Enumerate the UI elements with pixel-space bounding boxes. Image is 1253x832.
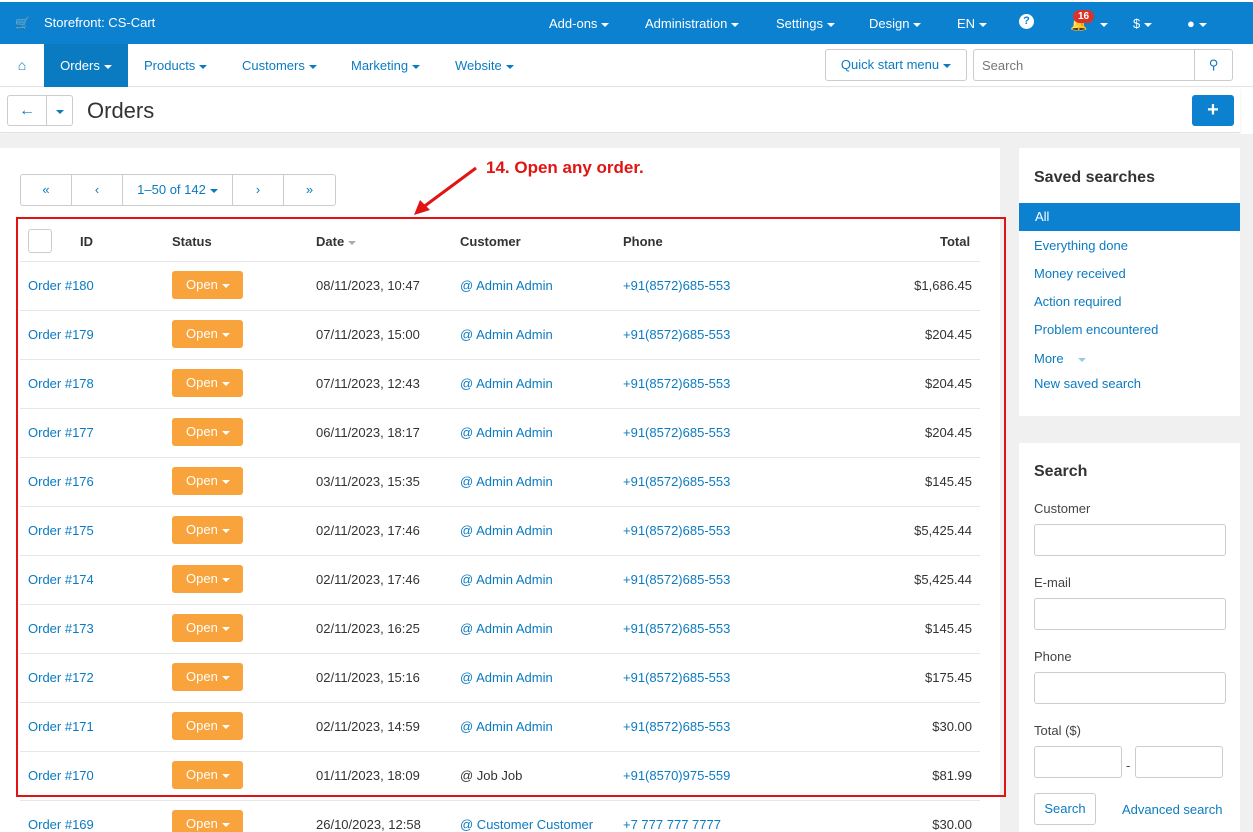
nav-marketing[interactable]: Marketing: [351, 44, 421, 87]
phone-label: Phone: [1034, 649, 1072, 664]
saved-searches-title: Saved searches: [1034, 169, 1155, 186]
email-field[interactable]: [1034, 598, 1226, 630]
help-icon[interactable]: ?: [1019, 14, 1034, 29]
nav-orders-label: Orders: [60, 58, 100, 73]
quick-start-label: Quick start menu: [840, 57, 940, 72]
phone-link[interactable]: +7 777 777 7777: [623, 817, 721, 832]
chevron-down-icon: [1077, 357, 1086, 362]
page-title: Orders: [87, 98, 155, 123]
chevron-down-icon: [103, 64, 112, 69]
back-arrow-icon[interactable]: ←: [7, 95, 47, 126]
annotation-arrow: [414, 166, 477, 215]
nav-website[interactable]: Website: [455, 44, 514, 87]
highlight-box: [16, 217, 1006, 797]
chevron-down-icon: [826, 22, 835, 27]
menu-administration[interactable]: Administration: [645, 16, 740, 31]
chevron-down-icon: [979, 22, 988, 27]
add-order-button[interactable]: +: [1192, 95, 1234, 126]
saved-search-more[interactable]: More: [1034, 351, 1086, 366]
total-label: Total ($): [1034, 723, 1081, 738]
search-panel-title: Search: [1034, 463, 1088, 480]
menu-design[interactable]: Design: [869, 16, 922, 31]
menu-language[interactable]: EN: [957, 16, 988, 31]
pager-last[interactable]: »: [284, 175, 335, 205]
total-from-field[interactable]: [1034, 746, 1122, 778]
chevron-down-icon: [1144, 22, 1153, 27]
pager-prev[interactable]: ‹: [72, 175, 123, 205]
customer-label: Customer: [1034, 501, 1091, 516]
menu-currency[interactable]: $: [1133, 16, 1153, 31]
notification-caret[interactable]: [1096, 16, 1108, 31]
annotation-text: 14. Open any order.: [486, 158, 644, 177]
page-header: [0, 88, 1240, 133]
status-dropdown[interactable]: Open: [172, 810, 243, 832]
menu-addons[interactable]: Add-ons: [549, 16, 610, 31]
chevron-down-icon: [601, 22, 610, 27]
status-label: Open: [186, 816, 218, 831]
advanced-search-link[interactable]: Advanced search: [1122, 802, 1222, 817]
total-range-separator: -: [1126, 758, 1131, 773]
saved-search-more-label: More: [1034, 351, 1064, 366]
chevron-down-icon: [209, 188, 218, 193]
email-label: E-mail: [1034, 575, 1071, 590]
nav-products-label: Products: [144, 58, 196, 73]
chevron-down-icon: [943, 63, 952, 68]
order-id-link[interactable]: Order #169: [28, 817, 94, 832]
customer-link[interactable]: @ Customer Customer: [460, 817, 593, 832]
saved-search-all[interactable]: All: [1019, 203, 1240, 231]
nav-customers-label: Customers: [242, 58, 305, 73]
storefront-label: Storefront: CS-Cart: [44, 15, 156, 30]
quick-start-menu-button[interactable]: Quick start menu: [825, 49, 967, 81]
saved-search-action-required[interactable]: Action required: [1034, 294, 1121, 309]
nav-website-label: Website: [455, 58, 502, 73]
pager-first[interactable]: «: [21, 175, 72, 205]
chevron-down-icon: [199, 64, 208, 69]
user-icon: ●: [1187, 16, 1195, 31]
chevron-down-icon: [221, 822, 230, 827]
chevron-down-icon: [1100, 22, 1108, 27]
nav-orders[interactable]: Orders: [44, 44, 128, 87]
pager-range-label: 1–50 of 142: [137, 182, 206, 197]
order-total: $30.00: [932, 817, 972, 832]
back-dropdown-button[interactable]: [46, 95, 73, 126]
menu-settings-label: Settings: [776, 16, 823, 31]
menu-settings[interactable]: Settings: [776, 16, 835, 31]
nav-products[interactable]: Products: [144, 44, 208, 87]
nav-marketing-label: Marketing: [351, 58, 409, 73]
row-divider: [20, 800, 980, 801]
chevron-down-icon: [505, 64, 514, 69]
chevron-down-icon: [412, 64, 421, 69]
menu-design-label: Design: [869, 16, 910, 31]
menu-currency-label: $: [1133, 16, 1141, 31]
chevron-down-icon: [308, 64, 317, 69]
search-icon[interactable]: ⚲: [1194, 49, 1233, 81]
pager-range[interactable]: 1–50 of 142: [123, 175, 233, 205]
top-bar: 🛒 Storefront: CS-Cart Add-ons Administrat…: [0, 2, 1253, 44]
pager-next[interactable]: ›: [233, 175, 284, 205]
nav-customers[interactable]: Customers: [242, 44, 317, 87]
menu-administration-label: Administration: [645, 16, 728, 31]
total-to-field[interactable]: [1135, 746, 1223, 778]
customer-field[interactable]: [1034, 524, 1226, 556]
order-date: 26/10/2023, 12:58: [316, 817, 421, 832]
search-button[interactable]: Search: [1034, 793, 1096, 825]
menu-addons-label: Add-ons: [549, 16, 598, 31]
menu-language-label: EN: [957, 16, 976, 31]
chevron-down-icon: [55, 109, 64, 114]
cart-icon: 🛒: [15, 16, 30, 30]
storefront-link[interactable]: 🛒 Storefront: CS-Cart: [15, 15, 155, 30]
search-input[interactable]: [973, 49, 1195, 81]
chevron-down-icon: [1198, 22, 1207, 27]
saved-search-problem[interactable]: Problem encountered: [1034, 322, 1158, 337]
saved-search-everything-done[interactable]: Everything done: [1034, 238, 1128, 253]
notification-badge: 16: [1073, 10, 1095, 23]
saved-search-money-received[interactable]: Money received: [1034, 266, 1126, 281]
home-icon[interactable]: ⌂: [0, 44, 44, 87]
chevron-down-icon: [913, 22, 922, 27]
pagination: « ‹ 1–50 of 142 › »: [20, 174, 336, 206]
chevron-down-icon: [731, 22, 740, 27]
phone-field[interactable]: [1034, 672, 1226, 704]
menu-user[interactable]: ●: [1187, 16, 1207, 31]
new-saved-search-link[interactable]: New saved search: [1034, 376, 1141, 391]
